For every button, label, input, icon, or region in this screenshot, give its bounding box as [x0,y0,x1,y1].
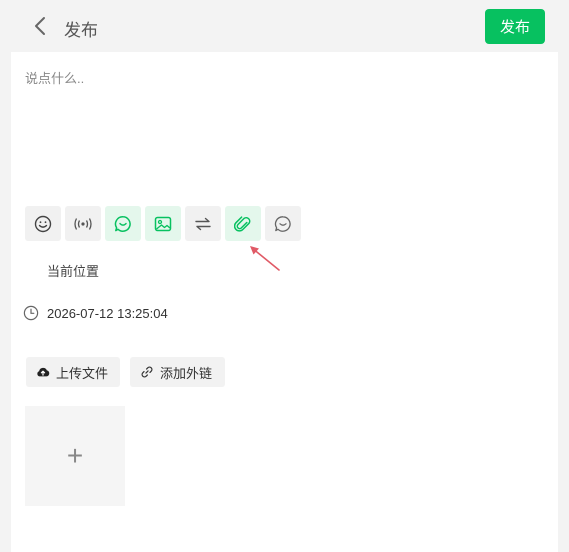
swap-icon [195,217,211,230]
swap-button[interactable] [185,206,221,241]
content-input[interactable] [25,68,545,198]
upload-image-box[interactable]: + [25,406,125,506]
signal-button[interactable] [65,206,101,241]
comment-icon [274,215,291,232]
publish-button[interactable]: 发布 [485,9,545,44]
location-button[interactable]: 当前位置 [47,261,99,280]
paperclip-icon [234,215,251,232]
chat-bubble-icon [114,215,131,232]
compose-panel: 当前位置 2026-07-12 13:25:04 上传文件 添加外链 + [11,52,558,552]
plus-icon: + [66,440,84,471]
page-title: 发布 [64,21,98,40]
emoji-button[interactable] [25,206,61,241]
emoji-icon [34,215,52,232]
top-bar: 发布 发布 [0,0,569,52]
cloud-upload-icon [37,367,50,377]
clock-icon [23,305,39,321]
upload-file-label: 上传文件 [56,365,109,381]
add-link-label: 添加外链 [160,365,213,381]
back-arrow-icon[interactable] [30,14,50,38]
link-icon [141,366,153,378]
comment-button[interactable] [265,206,301,241]
attach-button[interactable] [225,206,261,241]
image-icon [154,216,172,231]
annotation-arrow-icon [250,246,280,271]
add-link-button[interactable]: 添加外链 [130,357,225,387]
publish-time[interactable]: 2026-07-12 13:25:04 [47,306,168,321]
image-button[interactable] [145,206,181,241]
chat-button[interactable] [105,206,141,241]
upload-file-button[interactable]: 上传文件 [26,357,120,387]
wifi-signal-icon [74,217,92,230]
